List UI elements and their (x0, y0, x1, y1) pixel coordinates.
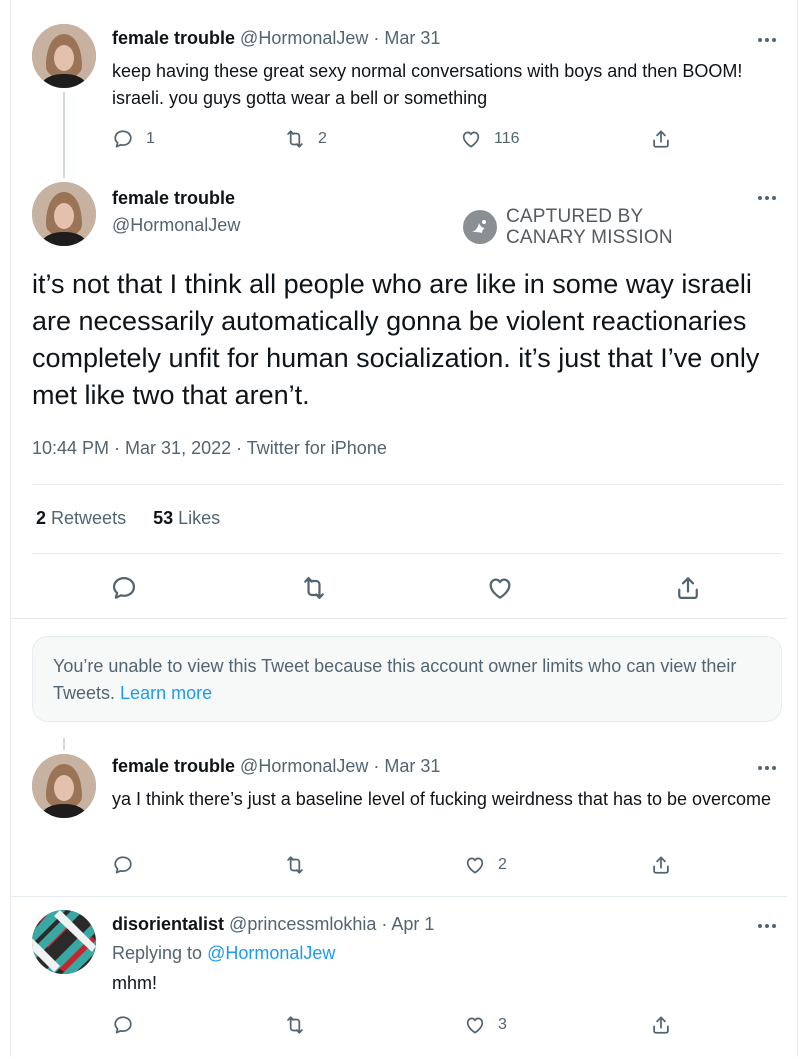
like-button[interactable]: 116 (460, 128, 520, 150)
display-name[interactable]: female trouble (112, 188, 235, 209)
share-icon (674, 574, 702, 602)
replying-to: Replying to @HormonalJew (112, 943, 335, 964)
likes-count: 53 (153, 508, 174, 528)
like-count: 2 (498, 856, 507, 873)
separator: · (373, 28, 380, 48)
profile-photo-icon (32, 754, 96, 818)
tweet-timestamp[interactable]: 10:44 PM · Mar 31, 2022 · Twitter for iP… (32, 438, 387, 459)
canary-mission-watermark: CAPTURED BY CANARY MISSION (462, 206, 673, 248)
retweet-count: 2 (318, 130, 327, 147)
user-handle[interactable]: @HormonalJew (240, 756, 368, 776)
retweets-stat[interactable]: 2 Retweets (36, 508, 131, 528)
retweets-label: Retweets (51, 508, 127, 528)
likes-stat[interactable]: 53 Likes (153, 508, 220, 528)
more-icon[interactable] (758, 196, 780, 202)
tweet-text: ya I think there’s just a baseline level… (112, 789, 772, 809)
divider (32, 553, 782, 554)
share-icon (650, 854, 672, 876)
like-count: 116 (494, 130, 520, 147)
like-count: 3 (498, 1016, 507, 1033)
display-name[interactable]: female trouble (112, 756, 235, 776)
like-button[interactable] (486, 574, 514, 602)
pattern-avatar-icon (32, 910, 96, 974)
reply-button[interactable] (112, 1014, 134, 1036)
more-icon[interactable] (758, 38, 780, 44)
share-icon (650, 128, 672, 150)
tweet-text: mhm! (112, 973, 157, 993)
retweet-icon (284, 854, 306, 876)
reply-button[interactable] (112, 854, 134, 876)
user-handle[interactable]: @HormonalJew (240, 28, 368, 48)
replying-to-handle[interactable]: @HormonalJew (207, 943, 335, 963)
thread-line (63, 738, 65, 750)
reply-icon (112, 1014, 134, 1036)
reply-icon (110, 574, 138, 602)
share-button[interactable] (650, 128, 672, 150)
replying-prefix: Replying to (112, 943, 203, 963)
tweet-date[interactable]: Mar 31 (384, 756, 440, 776)
share-button[interactable] (674, 574, 702, 602)
avatar[interactable] (32, 910, 96, 974)
more-icon[interactable] (758, 766, 780, 772)
share-button[interactable] (650, 1014, 672, 1036)
reply-count: 1 (146, 130, 155, 147)
like-button[interactable]: 2 (464, 854, 507, 876)
reply-icon (112, 854, 134, 876)
separator: · (373, 756, 380, 776)
profile-photo-icon (32, 24, 96, 88)
restricted-tweet-notice: You’re unable to view this Tweet because… (32, 636, 782, 722)
display-name[interactable]: disorientalist (112, 914, 224, 934)
learn-more-link[interactable]: Learn more (120, 683, 212, 703)
tweet-header: female trouble @HormonalJew · Mar 31 (112, 756, 440, 777)
avatar[interactable] (32, 24, 96, 88)
retweet-button[interactable] (300, 574, 328, 602)
thread-line (63, 92, 65, 178)
retweet-button[interactable]: 2 (284, 128, 327, 150)
retweet-icon (284, 1014, 306, 1036)
divider (11, 896, 787, 897)
like-icon (464, 1014, 486, 1036)
retweet-icon (284, 128, 306, 150)
retweets-count: 2 (36, 508, 47, 528)
more-icon[interactable] (758, 924, 780, 930)
display-name[interactable]: female trouble (112, 28, 235, 48)
reply-button[interactable]: 1 (112, 128, 155, 150)
like-icon (486, 574, 514, 602)
retweet-icon (300, 574, 328, 602)
tweet-header: disorientalist @princessmlokhia · Apr 1 (112, 914, 434, 935)
divider (32, 484, 782, 485)
user-handle[interactable]: @HormonalJew (112, 215, 240, 236)
share-icon (650, 1014, 672, 1036)
user-handle[interactable]: @princessmlokhia (229, 914, 376, 934)
retweet-button[interactable] (284, 1014, 306, 1036)
likes-label: Likes (178, 508, 221, 528)
canary-mission-logo-icon (463, 210, 497, 244)
engagement-stats: 2 Retweets 53 Likes (36, 508, 220, 529)
like-icon (464, 854, 486, 876)
reply-button[interactable] (110, 574, 138, 602)
tweet-date[interactable]: Mar 31 (384, 28, 440, 48)
tweet-text: keep having these great sexy normal conv… (112, 61, 743, 108)
share-button[interactable] (650, 854, 672, 876)
like-button[interactable]: 3 (464, 1014, 507, 1036)
avatar[interactable] (32, 754, 96, 818)
profile-photo-icon (32, 182, 96, 246)
divider (11, 618, 787, 619)
reply-icon (112, 128, 134, 150)
main-tweet-text: it’s not that I think all people who are… (32, 269, 760, 410)
separator: · (381, 914, 388, 934)
tweet-date[interactable]: Apr 1 (391, 914, 434, 934)
like-icon (460, 128, 482, 150)
tweet-header: female trouble @HormonalJew · Mar 31 (112, 28, 440, 49)
watermark-line-2: CANARY MISSION (506, 227, 673, 248)
watermark-line-1: CAPTURED BY (506, 206, 644, 227)
retweet-button[interactable] (284, 854, 306, 876)
avatar[interactable] (32, 182, 96, 246)
